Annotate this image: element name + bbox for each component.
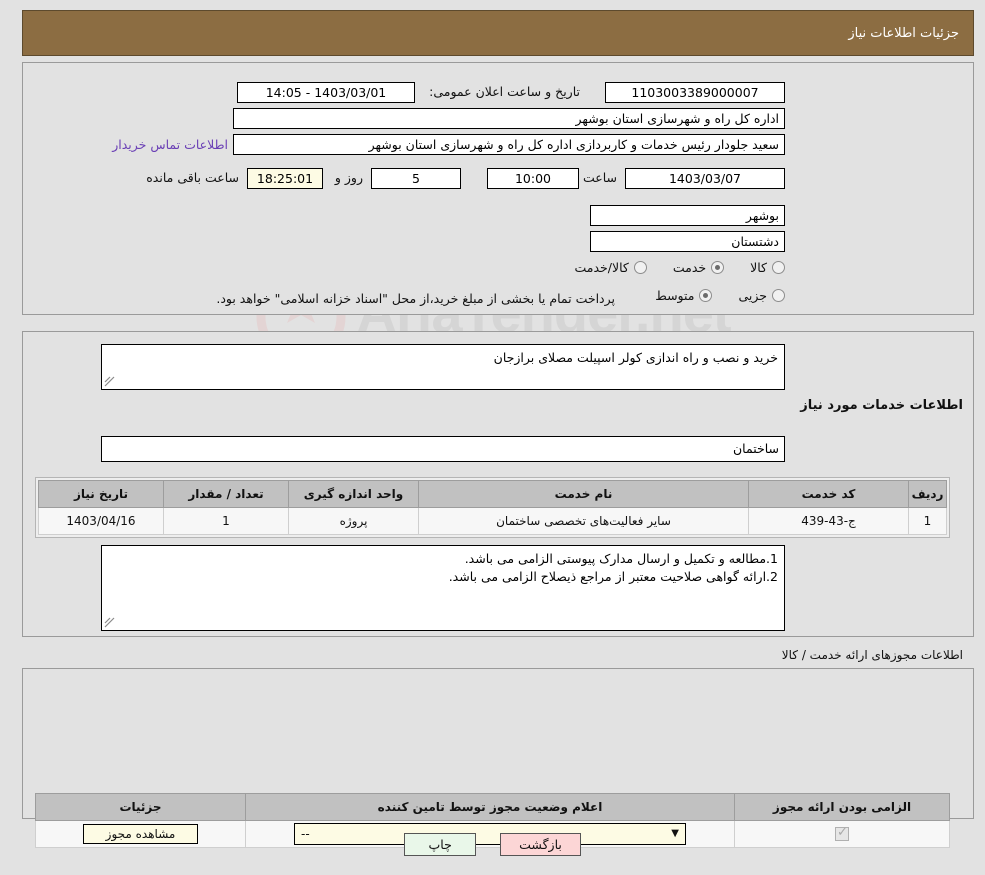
services-table-wrap: ردیف کد خدمت نام خدمت واحد اندازه گیری ت… [35, 477, 950, 538]
buyer-org-value: اداره کل راه و شهرسازی استان بوشهر [233, 108, 785, 129]
col-license-details: جزئیات [35, 793, 246, 821]
announce-value: 1403/03/01 - 14:05 [237, 82, 415, 103]
remaining-days: 5 [371, 168, 461, 189]
print-button[interactable]: چاپ [404, 833, 477, 856]
cell-quantity: 1 [163, 507, 289, 535]
hour-label: ساعت [582, 170, 617, 185]
category-option-khedmat[interactable]: خدمت [672, 260, 725, 275]
service-group-value: ساختمان [101, 436, 785, 462]
col-service-code: کد خدمت [748, 480, 909, 508]
category-option-khedmat-label: خدمت [672, 260, 707, 275]
announce-label: تاریخ و ساعت اعلان عمومی: [429, 84, 580, 99]
days-word: روز و [334, 170, 363, 185]
process-note: پرداخت تمام یا بخشی از مبلغ خرید،از محل … [216, 291, 615, 306]
creator-value: سعید جلودار رئیس خدمات و کاربردازی اداره… [233, 134, 785, 155]
need-details-page: AriaTender.net جزئیات اطلاعات نیاز شماره… [0, 0, 985, 875]
col-need-date: تاریخ نیاز [38, 480, 164, 508]
cell-radif: 1 [908, 507, 947, 535]
countdown-timer: 18:25:01 [247, 168, 323, 189]
buyer-notes-textarea[interactable]: 1.مطالعه و تکمیل و ارسال مدارک پیوستی ال… [101, 545, 785, 631]
cell-need-date: 1403/04/16 [38, 507, 164, 535]
province-value: بوشهر [590, 205, 785, 226]
radio-icon-kala-khedmat[interactable] [633, 261, 647, 274]
category-option-kala-khedmat[interactable]: کالا/خدمت [574, 260, 647, 275]
city-value: دشتستان [590, 231, 785, 252]
page-header-bar: جزئیات اطلاعات نیاز [22, 10, 974, 56]
process-option-motavaset-label: متوسط [655, 288, 695, 303]
need-description-textarea[interactable]: خرید و نصب و راه اندازی کولر اسپیلت مصلا… [101, 344, 785, 390]
radio-icon-khedmat[interactable] [711, 261, 725, 274]
back-button[interactable]: بازگشت [500, 833, 581, 856]
resize-grip-icon [104, 617, 115, 628]
radio-icon-motavaset[interactable] [699, 289, 713, 302]
deadline-date: 1403/03/07 [625, 168, 785, 189]
cell-service-name: سایر فعالیت‌های تخصصی ساختمان [418, 507, 749, 535]
radio-icon-kala[interactable] [772, 261, 785, 274]
col-service-name: نام خدمت [418, 480, 749, 508]
radio-icon-jozi[interactable] [772, 289, 785, 302]
process-option-jozi-label: جزیی [738, 288, 767, 303]
category-option-kala-khedmat-label: کالا/خدمت [574, 260, 629, 275]
cell-service-code: ج-43-439 [748, 507, 909, 535]
footer-button-bar: بازگشت چاپ [0, 833, 985, 856]
page-title: جزئیات اطلاعات نیاز [848, 25, 959, 41]
resize-grip-icon [104, 376, 115, 387]
process-option-jozi[interactable]: جزیی [738, 288, 785, 303]
table-row: 1 ج-43-439 سایر فعالیت‌های تخصصی ساختمان… [38, 507, 947, 535]
need-number-value: 1103003389000007 [605, 82, 785, 103]
category-option-kala-label: کالا [750, 260, 767, 275]
services-table: ردیف کد خدمت نام خدمت واحد اندازه گیری ت… [38, 480, 947, 535]
buyer-notes-line-1: 1.مطالعه و تکمیل و ارسال مدارک پیوستی ال… [464, 551, 778, 566]
need-description-value: خرید و نصب و راه اندازی کولر اسپیلت مصلا… [493, 350, 778, 365]
deadline-time: 10:00 [487, 168, 579, 189]
col-quantity: تعداد / مقدار [163, 480, 289, 508]
buyer-notes-line-2: 2.ارائه گواهی صلاحیت معتبر از مراجع ذیصل… [448, 569, 778, 584]
process-option-motavaset[interactable]: متوسط [655, 288, 713, 303]
process-radio-group: جزیی متوسط [629, 288, 785, 303]
col-radif: ردیف [908, 480, 947, 508]
buyer-contact-link[interactable]: اطلاعات تماس خریدار [112, 137, 228, 152]
col-license-required: الزامی بودن ارائه مجوز [734, 793, 950, 821]
category-radio-group: کالا خدمت کالا/خدمت [548, 260, 785, 275]
licenses-section-caption: اطلاعات مجوزهای ارائه خدمت / کالا [781, 648, 963, 662]
col-license-status: اعلام وضعیت مجوز توسط تامین کننده [245, 793, 735, 821]
category-option-kala[interactable]: کالا [750, 260, 785, 275]
remaining-word: ساعت باقی مانده [146, 170, 239, 185]
col-unit: واحد اندازه گیری [288, 480, 419, 508]
services-table-header-row: ردیف کد خدمت نام خدمت واحد اندازه گیری ت… [38, 480, 947, 508]
services-section-title: اطلاعات خدمات مورد نیاز [800, 398, 963, 413]
cell-unit: پروژه [288, 507, 419, 535]
licenses-table-header-row: الزامی بودن ارائه مجوز اعلام وضعیت مجوز … [35, 793, 950, 821]
